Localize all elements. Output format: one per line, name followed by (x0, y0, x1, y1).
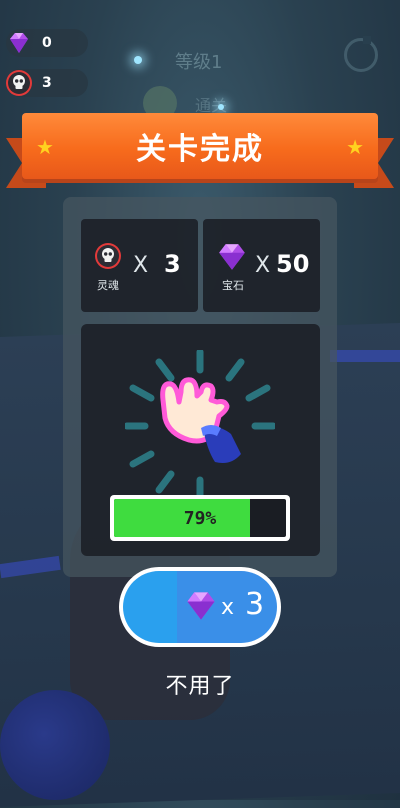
background-light (218, 104, 224, 110)
soul-reward-label: 灵魂 (97, 279, 119, 292)
progress-track: 79% (114, 499, 286, 537)
gem-icon (183, 589, 219, 627)
claim-multiplier: x (221, 595, 235, 620)
gem-counter: 0 (6, 29, 88, 57)
unlock-progress-bar: 79% (110, 495, 290, 541)
gem-icon (215, 241, 249, 273)
soul-reward-value: 3 (164, 250, 181, 278)
background-level-label: 等级1 (175, 52, 223, 73)
gem-reward-label: 宝石 (222, 279, 244, 292)
star-icon: ★ (346, 135, 364, 159)
banner-title: 关卡完成 (136, 132, 264, 167)
soul-reward-card: 灵魂 X 3 (81, 219, 198, 312)
restart-icon[interactable] (344, 36, 378, 72)
soul-counter: 3 (6, 69, 88, 97)
background-rail (330, 350, 400, 362)
skull-icon (4, 68, 34, 98)
claim-value: 3 (245, 587, 265, 622)
gem-reward-card: 宝石 X 50 (203, 219, 320, 312)
soul-count: 3 (42, 75, 52, 91)
gem-reward-value: 50 (276, 250, 310, 278)
claim-gems-button[interactable]: x 3 (119, 567, 281, 647)
gem-count: 0 (42, 35, 52, 51)
gem-icon (4, 28, 34, 58)
background-arm (0, 690, 110, 800)
hand-icon (160, 377, 241, 463)
soul-reward-multiplier: X (133, 253, 149, 278)
star-icon: ★ (36, 135, 54, 159)
background-light (134, 56, 142, 64)
gem-reward-multiplier: X (255, 253, 271, 278)
claim-button-body[interactable]: x 3 (123, 571, 277, 643)
skull-icon (93, 241, 123, 275)
level-complete-banner: ★ 关卡完成 ★ (22, 113, 378, 179)
progress-text: 79% (183, 507, 217, 529)
skip-button[interactable]: 不用了 (0, 668, 400, 700)
